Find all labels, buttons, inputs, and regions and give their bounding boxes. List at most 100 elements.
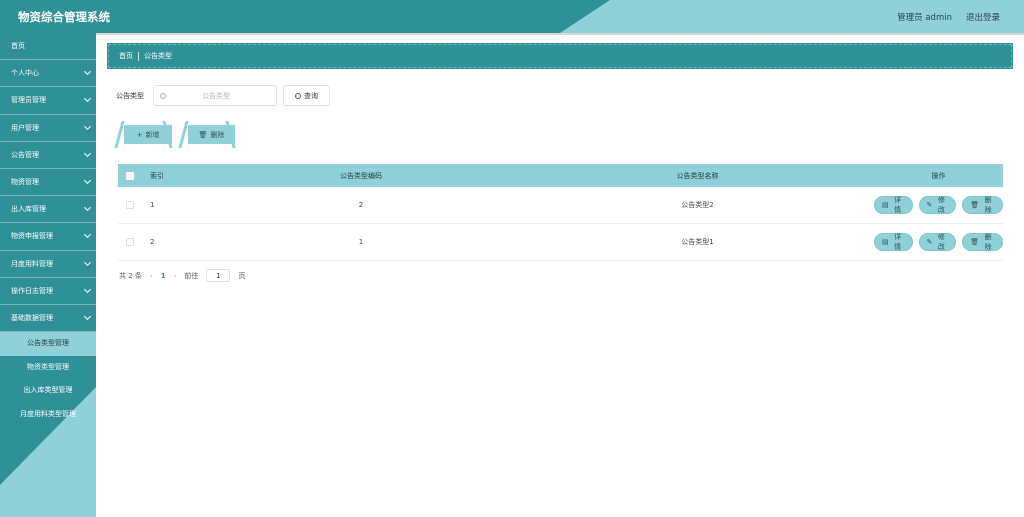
sidebar-item[interactable]: 用户管理 [0, 115, 96, 142]
edit-label: 修改 [937, 196, 945, 214]
header-index: 索引 [150, 171, 164, 180]
sidebar-subitem[interactable]: 出入库类型管理 [0, 379, 96, 403]
cell-index: 1 [150, 201, 155, 209]
sidebar-item[interactable]: 月度用料管理 [0, 251, 96, 278]
sidebar-item[interactable]: 出入库管理 [0, 196, 96, 224]
header-divider [96, 33, 1024, 35]
header-name: 公告类型名称 [676, 171, 719, 180]
goto-suffix: 页 [238, 271, 246, 280]
sidebar-item[interactable]: 物资管理 [0, 169, 96, 197]
sidebar-item-label: 基础数据管理 [11, 313, 53, 322]
goto-prefix: 前往 [184, 271, 199, 280]
chevron-down-icon [83, 149, 92, 157]
sidebar-subitem[interactable]: 公告类型管理 [0, 332, 96, 356]
edit-label: 修改 [937, 233, 945, 251]
sidebar-item-label: 出入库管理 [11, 205, 46, 214]
sidebar-item[interactable]: 首页 [0, 33, 96, 61]
table-row: 1 2 公告类型2 ▤ 详情 ✎ 修改 🗑 删除 [118, 187, 1003, 224]
breadcrumb-separator [138, 51, 139, 61]
header-user-area: 管理员 admin 退出登录 [897, 11, 1000, 23]
row-checkbox[interactable] [125, 201, 134, 209]
detail-label: 详情 [894, 233, 902, 251]
trash-icon: 🗑 [970, 238, 980, 246]
pencil-icon: ✎ [926, 238, 933, 246]
sidebar-item-label: 月度用料管理 [11, 259, 53, 268]
chevron-down-icon [83, 312, 92, 320]
app-title: 物资综合管理系统 [18, 10, 110, 24]
chevron-down-icon [83, 122, 92, 130]
data-table: 索引 公告类型编码 公告类型名称 操作 1 2 公告类型2 ▤ 详情 ✎ 修改 🗑 删除 2 1 公告… [118, 164, 1003, 261]
top-header: 物资综合管理系统 管理员 admin 退出登录 [0, 0, 1024, 33]
total-count: 共 2 条 [119, 271, 142, 280]
table-header: 索引 公告类型编码 公告类型名称 操作 [118, 164, 1003, 187]
sidebar-item-label: 个人中心 [11, 69, 39, 78]
sidebar-subitem[interactable]: 月度用料类型管理 [0, 403, 96, 427]
sidebar-item[interactable]: 操作日志管理 [0, 278, 96, 305]
current-user: 管理员 admin [897, 13, 952, 23]
page-number[interactable]: 1 [161, 272, 166, 280]
chevron-down-icon [83, 231, 92, 239]
sidebar-item-label: 操作日志管理 [11, 286, 53, 295]
trash-icon: 🗑 [970, 201, 980, 209]
detail-button[interactable]: ▤ 详情 [874, 233, 913, 251]
logout-link[interactable]: 退出登录 [966, 11, 1000, 23]
detail-button[interactable]: ▤ 详情 [874, 196, 913, 214]
sidebar-item-label: 首页 [11, 42, 25, 50]
next-page-icon[interactable]: › [174, 272, 177, 280]
sidebar-item-label: 用户管理 [11, 123, 39, 132]
sidebar-item[interactable]: 基础数据管理 [0, 305, 96, 333]
breadcrumb: 首页 公告类型 [107, 43, 1013, 69]
table-row: 2 1 公告类型1 ▤ 详情 ✎ 修改 🗑 删除 [118, 224, 1003, 261]
cell-name: 公告类型1 [681, 238, 714, 246]
add-button[interactable]: + 新增 [124, 125, 172, 144]
sidebar: 首页个人中心管理员管理用户管理公告管理物资管理出入库管理物资申报管理 月度用料管理… [0, 33, 96, 517]
header-ops: 操作 [931, 171, 946, 180]
document-icon: ▤ [882, 238, 889, 246]
edit-button[interactable]: ✎ 修改 [918, 233, 957, 251]
search-icon [160, 92, 166, 99]
search-icon [295, 92, 301, 99]
document-icon: ▤ [882, 201, 889, 209]
search-box[interactable] [153, 85, 277, 106]
cell-code: 2 [358, 201, 364, 209]
select-all-checkbox[interactable] [125, 171, 134, 180]
sidebar-subitem[interactable]: 物资类型管理 [0, 356, 96, 380]
sidebar-item[interactable]: 个人中心 [0, 60, 96, 88]
sidebar-menu: 首页个人中心管理员管理用户管理公告管理物资管理出入库管理物资申报管理 月度用料管理… [0, 33, 96, 333]
row-checkbox[interactable] [125, 238, 134, 246]
cell-ops: ▤ 详情 ✎ 修改 🗑 删除 [874, 233, 1003, 251]
table-body: 1 2 公告类型2 ▤ 详情 ✎ 修改 🗑 删除 2 1 公告类型1 ▤ 详情 ✎ 修改 🗑 删除 [118, 187, 1003, 261]
trash-icon: 🗑 [198, 130, 208, 139]
pagination: 共 2 条 ‹ 1 › 前往 页 [119, 269, 245, 282]
search-input[interactable] [166, 91, 266, 100]
delete-button[interactable]: 🗑 删除 [962, 196, 1003, 214]
batch-delete-button[interactable]: 🗑 删除 [188, 125, 235, 144]
prev-page-icon[interactable]: ‹ [150, 272, 153, 280]
sidebar-item[interactable]: 管理员管理 [0, 87, 96, 115]
sidebar-item[interactable]: 公告管理 [0, 142, 96, 169]
chevron-down-icon [83, 258, 92, 266]
cell-code: 1 [358, 238, 364, 246]
cell-ops: ▤ 详情 ✎ 修改 🗑 删除 [874, 196, 1003, 214]
chevron-down-icon [83, 204, 92, 212]
plus-icon: + [136, 130, 143, 139]
detail-label: 详情 [894, 196, 902, 214]
sidebar-item-label: 管理员管理 [11, 96, 46, 105]
delete-button[interactable]: 🗑 删除 [962, 233, 1003, 251]
goto-page-input[interactable] [206, 269, 231, 282]
delete-button-label: 删除 [210, 130, 225, 139]
sidebar-submenu: 公告类型管理 物资类型管理 出入库类型管理 月度用料类型管理 [0, 332, 96, 426]
chevron-down-icon [83, 176, 92, 184]
sidebar-item-label: 物资申报管理 [11, 232, 53, 241]
breadcrumb-current: 公告类型 [144, 52, 172, 60]
chevron-down-icon [83, 95, 92, 103]
breadcrumb-home[interactable]: 首页 [119, 51, 133, 61]
cell-name: 公告类型2 [681, 201, 714, 209]
add-button-label: 新增 [145, 130, 160, 139]
pencil-icon: ✎ [926, 201, 933, 209]
sidebar-item[interactable]: 物资申报管理 [0, 223, 96, 251]
edit-button[interactable]: ✎ 修改 [918, 196, 957, 214]
query-button[interactable]: 查询 [283, 85, 330, 106]
sidebar-item-label: 公告管理 [11, 150, 39, 159]
chevron-down-icon [83, 68, 92, 76]
